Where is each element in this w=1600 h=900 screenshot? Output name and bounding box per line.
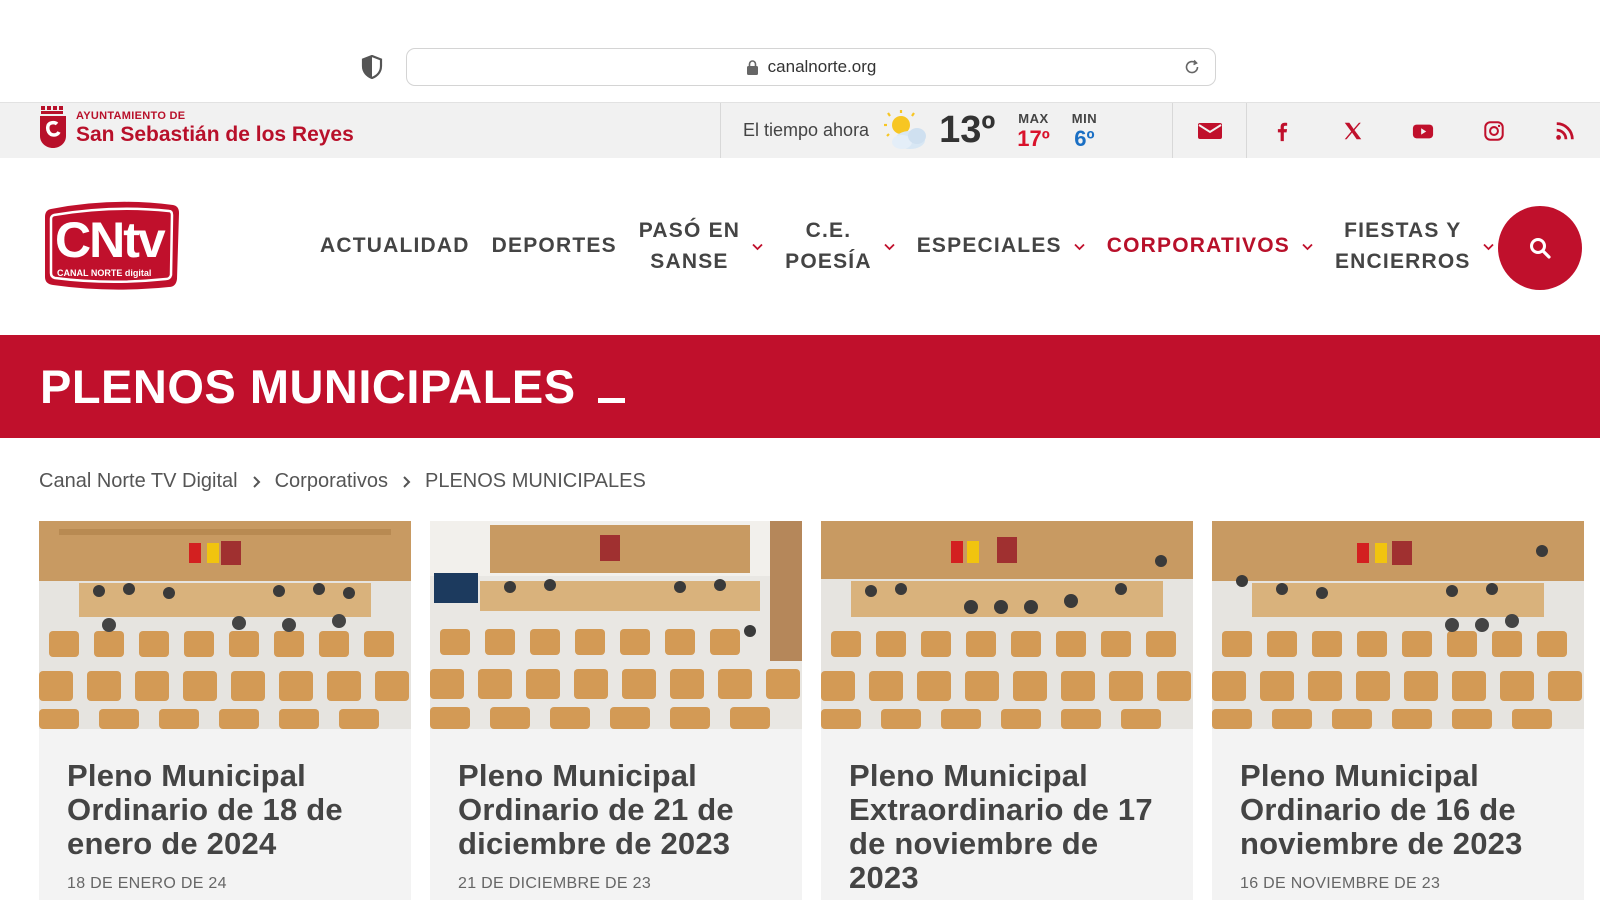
lock-icon	[746, 59, 758, 75]
nav-corporativos[interactable]: CORPORATIVOS	[1107, 231, 1313, 261]
municipality-crest-icon	[40, 106, 66, 148]
current-temperature: 13º	[939, 109, 996, 151]
council-session-thumbnail[interactable]	[1212, 521, 1584, 729]
municipality-logo[interactable]: AYUNTAMIENTO DE San Sebastián de los Rey…	[38, 106, 354, 150]
envelope-icon	[1197, 122, 1222, 139]
article-card[interactable]: Pleno Municipal Ordinario de 18 de enero…	[39, 521, 411, 900]
search-icon	[1530, 238, 1551, 259]
article-grid: Pleno Municipal Ordinario de 18 de enero…	[39, 521, 1584, 900]
address-bar[interactable]: canalnorte.org	[406, 48, 1216, 86]
breadcrumb-home-link[interactable]: Canal Norte TV Digital	[39, 470, 238, 493]
min-label: MIN	[1071, 110, 1098, 126]
nav-label-line1: C.E.	[805, 219, 852, 243]
municipality-name: San Sebastián de los Reyes	[76, 123, 354, 146]
url-text: canalnorte.org	[767, 57, 877, 76]
breadcrumb-corporativos-link[interactable]: Corporativos	[275, 470, 388, 493]
chevron-right-icon	[252, 475, 261, 488]
council-session-thumbnail[interactable]	[39, 521, 411, 729]
nav-label-line2: SANSE	[650, 249, 729, 273]
nav-especiales[interactable]: ESPECIALES	[917, 231, 1085, 261]
reload-icon[interactable]	[1183, 58, 1201, 76]
chevron-down-icon	[884, 243, 895, 250]
nav-label: CORPORATIVOS	[1106, 234, 1290, 258]
site-logo[interactable]: CNtv CANAL NORTE digital	[43, 201, 180, 291]
logo-text: CNtv	[55, 212, 166, 268]
page-title: PLENOS MUNICIPALES	[40, 360, 576, 413]
nav-fiestas-y-encierros[interactable]: FIESTAS Y ENCIERROS	[1335, 216, 1494, 277]
municipality-prefix: AYUNTAMIENTO DE	[76, 110, 186, 122]
shield-icon[interactable]	[361, 55, 383, 79]
chevron-down-icon	[1074, 243, 1085, 250]
weather-widget: El tiempo ahora 13º MAX 17º MIN 6º	[720, 103, 1173, 158]
max-label: MAX	[1018, 110, 1049, 126]
facebook-icon[interactable]	[1271, 120, 1293, 142]
chevron-down-icon	[752, 243, 763, 250]
nav-label-line1: PASÓ EN	[638, 219, 741, 243]
title-underscore-decoration	[597, 398, 625, 403]
nav-label-line2: POESÍA	[785, 249, 872, 273]
article-card[interactable]: Pleno Municipal Extraordinario de 17 de …	[821, 521, 1193, 900]
nav-label-line1: FIESTAS Y	[1344, 219, 1462, 243]
chevron-down-icon	[1482, 243, 1494, 250]
nav-actualidad[interactable]: ACTUALIDAD	[320, 231, 470, 261]
main-navigation: ACTUALIDAD DEPORTES PASÓ EN SANSE C.E. POE…	[320, 158, 1516, 335]
min-value: 6º	[1074, 125, 1095, 151]
nav-label: ACTUALIDAD	[320, 234, 470, 258]
nav-label-line2: ENCIERROS	[1334, 249, 1471, 273]
weather-label: El tiempo ahora	[743, 120, 870, 140]
top-info-strip: AYUNTAMIENTO DE San Sebastián de los Rey…	[0, 103, 1600, 158]
partly-cloudy-icon	[884, 109, 927, 149]
council-session-thumbnail[interactable]	[430, 521, 802, 729]
breadcrumb-current: PLENOS MUNICIPALES	[425, 470, 646, 492]
article-card[interactable]: Pleno Municipal Ordinario de 21 de dicie…	[430, 521, 802, 900]
council-session-thumbnail[interactable]	[821, 521, 1193, 729]
instagram-icon[interactable]	[1483, 120, 1505, 142]
article-title[interactable]: Pleno Municipal Ordinario de 16 de novie…	[1240, 759, 1556, 861]
article-title[interactable]: Pleno Municipal Ordinario de 18 de enero…	[67, 759, 383, 861]
article-card[interactable]: Pleno Municipal Ordinario de 16 de novie…	[1212, 521, 1584, 900]
rss-icon[interactable]	[1554, 120, 1576, 142]
article-date: 16 DE NOVIEMBRE DE 23	[1240, 875, 1441, 892]
nav-paso-en-sanse[interactable]: PASÓ EN SANSE	[639, 216, 763, 277]
chevron-right-icon	[403, 475, 411, 488]
site-header: CNtv CANAL NORTE digital ACTUALIDAD DEPO…	[0, 158, 1600, 335]
max-value: 17º	[1017, 125, 1050, 151]
nav-ce-poesia[interactable]: C.E. POESÍA	[785, 216, 895, 277]
article-date: 18 DE ENERO DE 24	[67, 875, 227, 892]
chevron-down-icon	[1302, 243, 1313, 250]
nav-deportes[interactable]: DEPORTES	[492, 231, 617, 261]
contact-email-link[interactable]	[1173, 103, 1247, 158]
article-title[interactable]: Pleno Municipal Ordinario de 21 de dicie…	[458, 759, 774, 861]
social-links	[1247, 103, 1600, 158]
max-temperature: MAX 17º	[1017, 112, 1050, 150]
browser-toolbar: canalnorte.org	[0, 0, 1600, 103]
article-date: 21 DE DICIEMBRE DE 23	[458, 875, 652, 892]
youtube-icon[interactable]	[1412, 120, 1434, 142]
breadcrumb: Canal Norte TV Digital Corporativos PLEN…	[39, 470, 646, 493]
search-button[interactable]	[1498, 206, 1582, 290]
min-temperature: MIN 6º	[1072, 112, 1097, 150]
x-twitter-icon[interactable]	[1342, 120, 1364, 142]
logo-subtitle: CANAL NORTE digital	[57, 268, 152, 278]
nav-label: ESPECIALES	[916, 234, 1062, 258]
page-title-banner: PLENOS MUNICIPALES	[0, 335, 1600, 438]
article-title[interactable]: Pleno Municipal Extraordinario de 17 de …	[849, 759, 1165, 895]
nav-label: DEPORTES	[491, 234, 617, 258]
